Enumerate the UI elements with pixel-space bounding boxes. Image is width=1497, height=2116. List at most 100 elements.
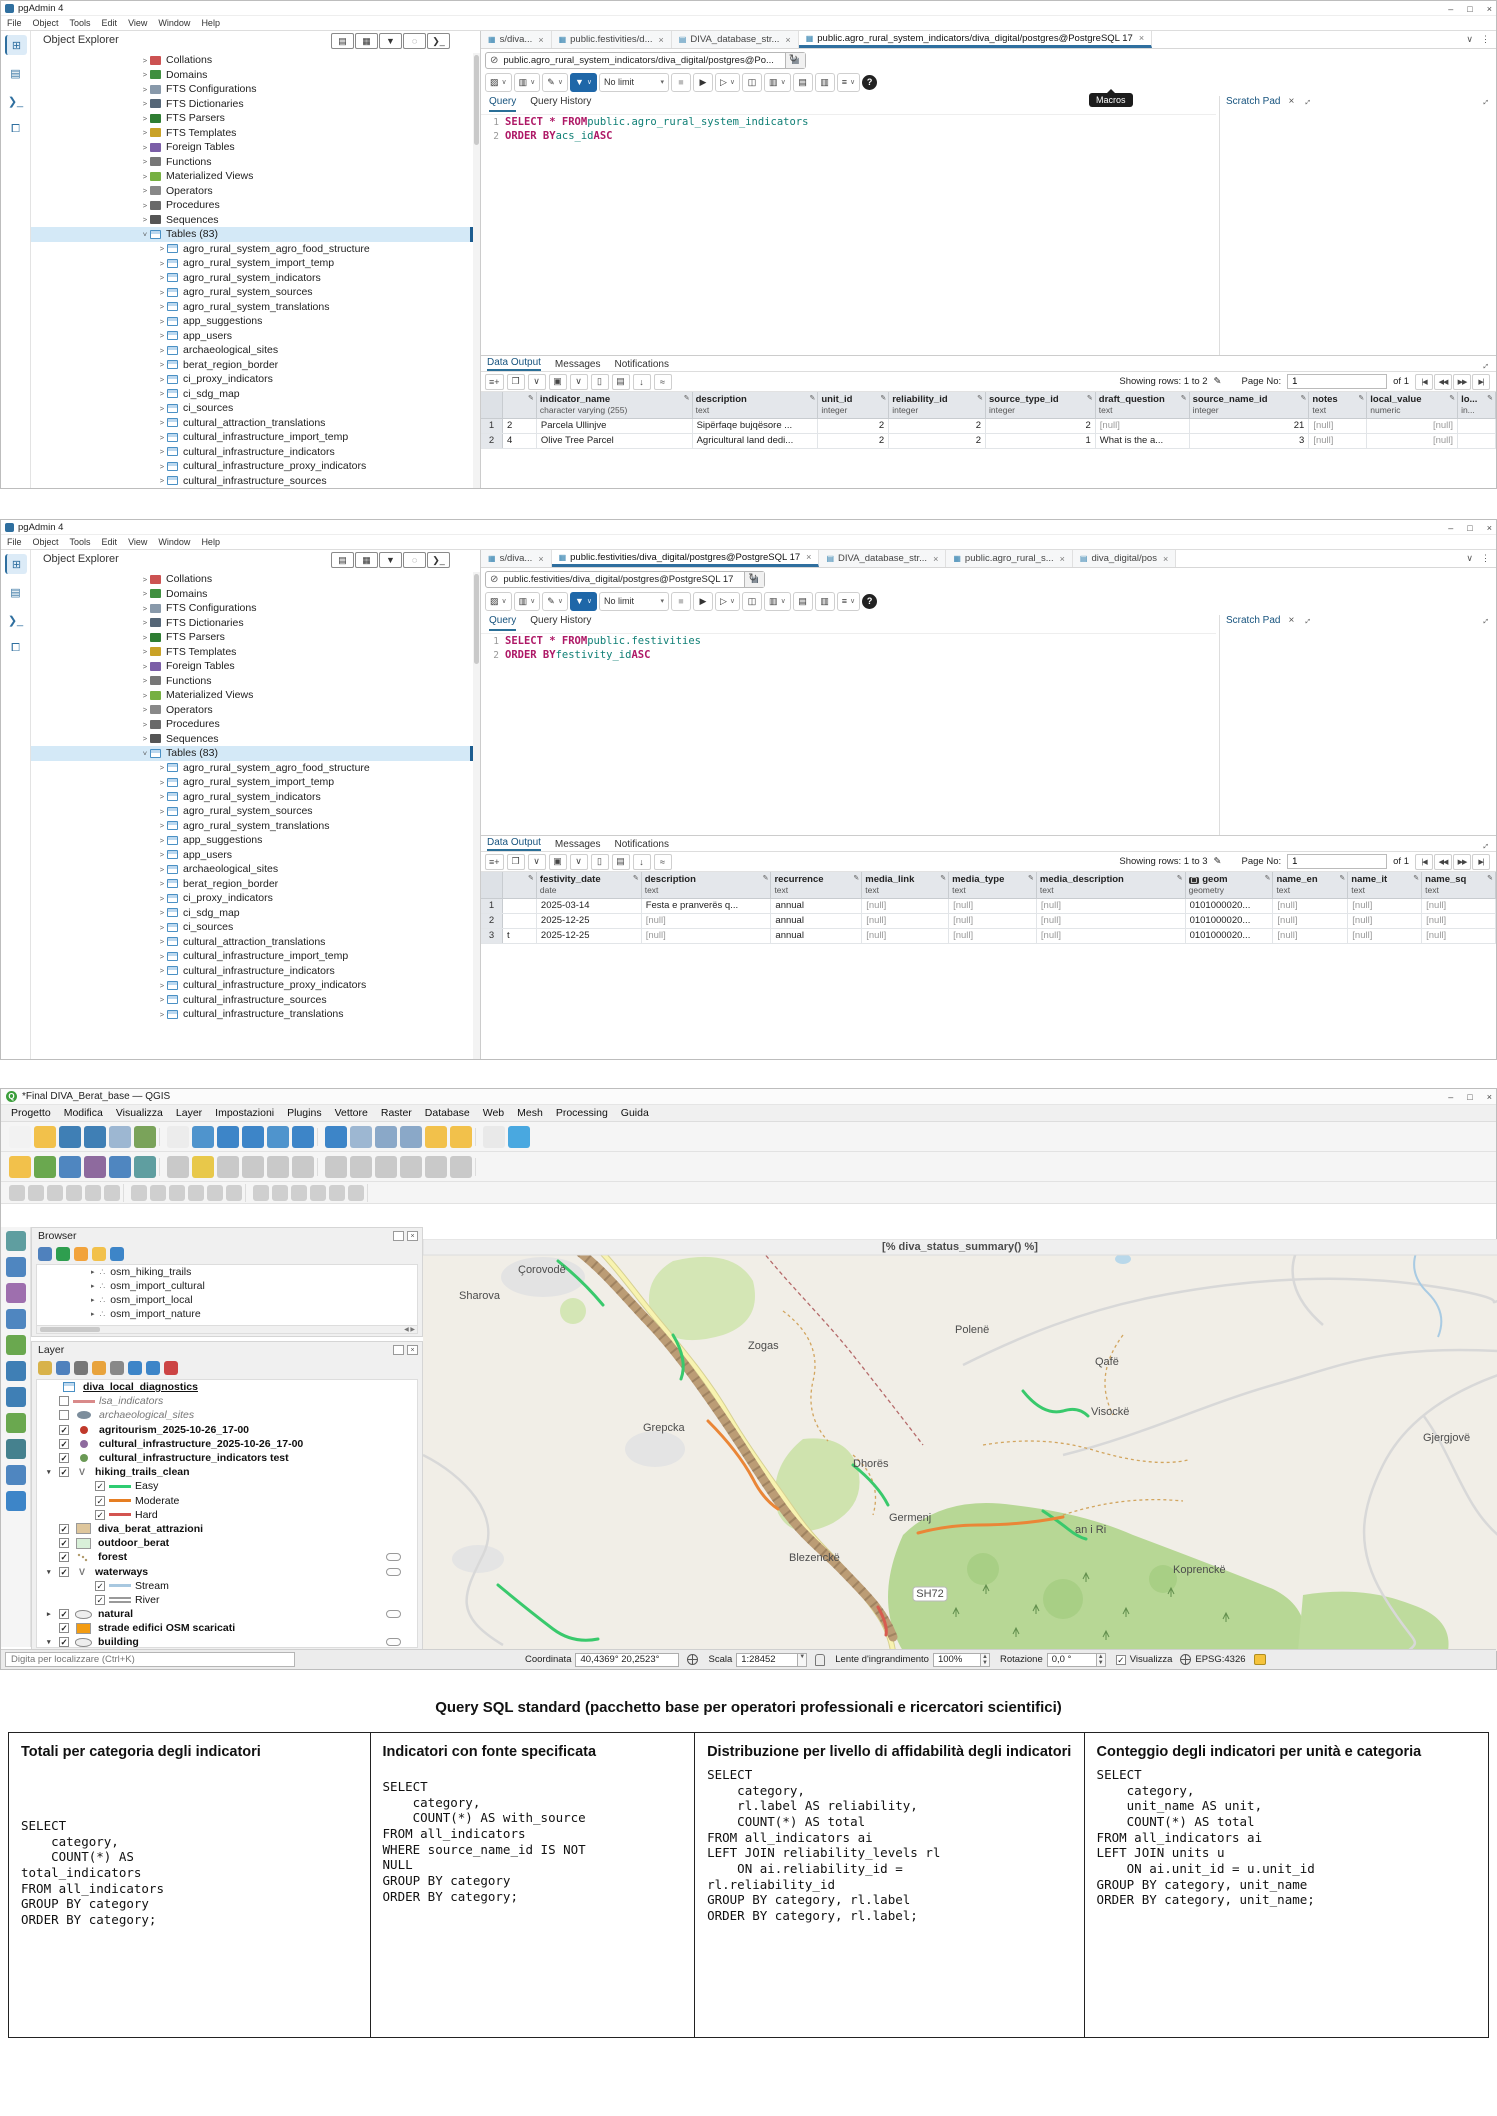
dropdown-caret-icon[interactable]: ∨ [558, 597, 563, 605]
data-cell[interactable]: [null] [949, 899, 1037, 913]
data-cell[interactable]: 2025-12-25 [537, 914, 642, 928]
copy-features-icon[interactable] [375, 1156, 397, 1178]
browser-item-osm_import_local[interactable]: ▸∴osm_import_local [37, 1293, 417, 1307]
table-item-cultural_infrastructure_import_temp[interactable]: >cultural_infrastructure_import_temp [31, 430, 473, 445]
commit-button[interactable]: ▤ [793, 592, 813, 611]
edit-range-icon[interactable]: ✎ [1214, 856, 1222, 867]
expand-icon[interactable]: ▸ [91, 1296, 95, 1304]
expand-icon[interactable]: ▸ [91, 1282, 95, 1290]
fill-ring-icon[interactable] [207, 1185, 223, 1201]
filter-button[interactable]: ▼∨ [570, 592, 597, 611]
close-icon[interactable]: × [407, 1231, 418, 1241]
layer-item-building[interactable]: ▾✓building [37, 1635, 417, 1648]
reload-icon[interactable]: ↻ [789, 52, 798, 65]
column-header-name_sq[interactable]: name_sqtext✎ [1422, 872, 1496, 898]
data-cell[interactable]: 2 [503, 419, 537, 433]
query-tool-button[interactable]: ▤ [331, 552, 354, 568]
table-item-cultural_attraction_translations[interactable]: >cultural_attraction_translations [31, 416, 473, 431]
layer-item-strade-edifici-osm-scaricati[interactable]: ✓strade edifici OSM scaricati [37, 1621, 417, 1635]
column-header-media_description[interactable]: media_descriptiontext✎ [1037, 872, 1186, 898]
scale-combobox[interactable]: 1:28452 [736, 1653, 798, 1667]
dashboard-icon[interactable]: ▤ [5, 582, 27, 602]
table-item-agro_rural_system_import_temp[interactable]: >agro_rural_system_import_temp [31, 256, 473, 271]
tree-item-procedures[interactable]: >Procedures [31, 717, 473, 732]
expand-icon[interactable]: > [157, 995, 167, 1004]
menu-edit[interactable]: Edit [102, 537, 118, 547]
data-cell[interactable]: [null] [862, 914, 949, 928]
menu-object[interactable]: Object [33, 18, 59, 28]
expand-icon[interactable]: ↔ [1478, 358, 1493, 373]
layer-item-forest[interactable]: ✓forest [37, 1550, 417, 1564]
layer-checkbox[interactable]: ✓ [59, 1609, 69, 1619]
new-project-icon[interactable] [9, 1126, 31, 1148]
edit-range-icon[interactable]: ✎ [1214, 376, 1222, 387]
edit-column-icon[interactable]: ✎ [977, 394, 983, 402]
remove-layer-icon[interactable] [164, 1361, 178, 1375]
row-number-cell[interactable]: 2 [481, 434, 503, 448]
table-item-cultural_infrastructure_import_temp[interactable]: >cultural_infrastructure_import_temp [31, 949, 473, 964]
data-cell[interactable]: [null] [949, 929, 1037, 943]
browser-tree-icon[interactable]: ⊞ [5, 35, 27, 55]
dropdown-caret-icon[interactable]: ∨ [781, 78, 786, 86]
tree-item-fts-parsers[interactable]: >FTS Parsers [31, 111, 473, 126]
last-page-button[interactable]: ▶| [1472, 854, 1490, 870]
data-cell[interactable]: Agricultural land dedi... [693, 434, 819, 448]
layer-item-moderate[interactable]: ✓Moderate [37, 1494, 417, 1508]
tree-item-fts-dictionaries[interactable]: >FTS Dictionaries [31, 616, 473, 631]
expand-icon[interactable]: > [157, 937, 167, 946]
layer-item-cultural-infrastructure-indicators-test[interactable]: ✓cultural_infrastructure_indicators test [37, 1451, 417, 1465]
layer-item-lsa-indicators[interactable]: lsa_indicators [37, 1394, 417, 1408]
tree-item-tables[interactable]: ˅Tables (83) [31, 227, 473, 242]
table-item-ci_sdg_map[interactable]: >ci_sdg_map [31, 906, 473, 921]
data-cell[interactable]: 0101000020... [1186, 899, 1274, 913]
browser-tree-icon[interactable]: ⊞ [5, 554, 27, 574]
extent-icon[interactable] [687, 1654, 698, 1665]
rotation-value[interactable]: 0,0 ° [1047, 1653, 1097, 1667]
paste-caret-icon[interactable]: ∨ [570, 374, 588, 390]
column-header-name_it[interactable]: name_ittext✎ [1348, 872, 1422, 898]
tree-item-sequences[interactable]: >Sequences [31, 213, 473, 228]
layer-checkbox[interactable]: ✓ [59, 1524, 69, 1534]
tab-dropdown-icon[interactable]: ∨ [1466, 34, 1473, 45]
add-row-button[interactable]: ≡+ [485, 854, 504, 870]
expand-icon[interactable]: > [140, 157, 150, 166]
edit-column-icon[interactable]: ✎ [763, 874, 769, 882]
pan-to-selection-icon[interactable] [192, 1126, 214, 1148]
scrollbar-thumb[interactable] [474, 55, 479, 145]
open-layer-styling-icon[interactable] [38, 1361, 52, 1375]
column-header-lo...[interactable]: lo...in...✎ [1458, 392, 1496, 418]
tab-s-diva-[interactable]: ▦s/diva...× [481, 31, 552, 48]
reload-icon[interactable]: ↻ [748, 571, 757, 584]
tree-item-foreign-tables[interactable]: >Foreign Tables [31, 140, 473, 155]
layer-checkbox[interactable]: ✓ [95, 1496, 105, 1506]
data-cell[interactable]: 21 [1190, 419, 1310, 433]
table-item-cultural_attraction_translations[interactable]: >cultural_attraction_translations [31, 935, 473, 950]
table-item-agro_rural_system_agro_food_structure[interactable]: >agro_rural_system_agro_food_structure [31, 242, 473, 257]
tab-public-agro-rural-s-[interactable]: ▦public.agro_rural_s...× [946, 550, 1073, 567]
help-button[interactable]: ? [862, 75, 877, 90]
macros-button[interactable]: ≡∨ [837, 73, 860, 92]
add-wfs-icon[interactable] [6, 1439, 26, 1459]
table-item-agro_rural_system_import_temp[interactable]: >agro_rural_system_import_temp [31, 775, 473, 790]
expand-icon[interactable]: > [140, 128, 150, 137]
close-icon[interactable]: × [407, 1345, 418, 1355]
tab-public-festivities-diva-[interactable]: ▦public.festivities/diva_digital/postgre… [552, 550, 820, 567]
edit-button[interactable]: ✎∨ [542, 592, 568, 611]
close-tab-icon[interactable]: × [1139, 33, 1144, 43]
tab-DIVA-database-str-[interactable]: ▤DIVA_database_str...× [819, 550, 946, 567]
dropdown-caret-icon[interactable]: ∨ [850, 597, 855, 605]
data-cell[interactable]: 4 [503, 434, 537, 448]
copy-button[interactable]: ❐ [507, 854, 525, 870]
rotate-symbols-icon[interactable] [348, 1185, 364, 1201]
merge-attributes-icon[interactable] [131, 1185, 147, 1201]
expression-filter-icon[interactable] [110, 1361, 124, 1375]
edit-column-icon[interactable]: ✎ [528, 394, 534, 402]
expand-icon[interactable]: > [157, 317, 167, 326]
layer-checkbox[interactable]: ✓ [59, 1467, 69, 1477]
expand-icon[interactable]: > [140, 734, 150, 743]
table-item-ci_proxy_indicators[interactable]: >ci_proxy_indicators [31, 891, 473, 906]
tab-notifications[interactable]: Notifications [615, 839, 669, 851]
edit-column-icon[interactable]: ✎ [1487, 874, 1493, 882]
add-raster-icon[interactable] [6, 1283, 26, 1303]
close-tab-icon[interactable]: × [659, 35, 664, 45]
